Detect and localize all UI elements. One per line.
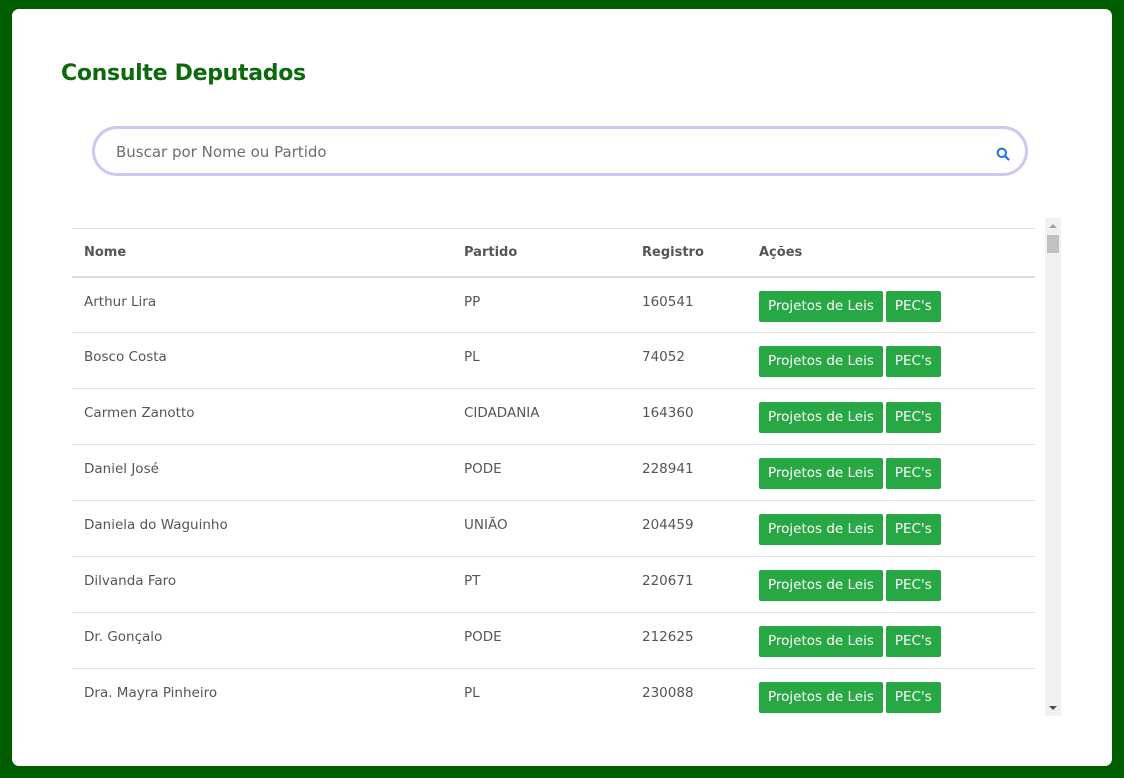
pecs-button[interactable]: PEC's: [885, 682, 941, 713]
pecs-button[interactable]: PEC's: [885, 402, 941, 433]
header-acoes: Ações: [747, 228, 1035, 278]
cell-partido: PODE: [452, 444, 630, 501]
table-row: Daniela do Waguinho UNIÃO 204459 Projeto…: [72, 500, 1035, 557]
cell-acoes: Projetos de Leis PEC's: [747, 556, 1035, 613]
pecs-button[interactable]: PEC's: [885, 458, 941, 489]
cell-registro: 164360: [630, 388, 747, 445]
search-icon[interactable]: [991, 142, 1015, 166]
cell-acoes: Projetos de Leis PEC's: [747, 332, 1035, 389]
cell-acoes: Projetos de Leis PEC's: [747, 612, 1035, 669]
table-row: Dra. Mayra Pinheiro PL 230088 Projetos d…: [72, 668, 1035, 716]
cell-partido: PL: [452, 332, 630, 389]
pecs-button[interactable]: PEC's: [885, 570, 941, 601]
projetos-de-leis-button[interactable]: Projetos de Leis: [759, 514, 883, 545]
projetos-de-leis-button[interactable]: Projetos de Leis: [759, 402, 883, 433]
table-row: Dilvanda Faro PT 220671 Projetos de Leis…: [72, 556, 1035, 613]
header-registro: Registro: [630, 228, 747, 278]
table-row: Carmen Zanotto CIDADANIA 164360 Projetos…: [72, 388, 1035, 445]
cell-registro: 74052: [630, 332, 747, 389]
deputados-table-container: Nome Partido Registro Ações Arthur Lira …: [72, 218, 1062, 716]
cell-registro: 220671: [630, 556, 747, 613]
cell-acoes: Projetos de Leis PEC's: [747, 276, 1035, 333]
cell-partido: UNIÃO: [452, 500, 630, 557]
cell-acoes: Projetos de Leis PEC's: [747, 668, 1035, 716]
search-input[interactable]: [116, 139, 966, 165]
pecs-button[interactable]: PEC's: [885, 290, 941, 322]
cell-nome: Daniel José: [72, 444, 452, 501]
cell-acoes: Projetos de Leis PEC's: [747, 388, 1035, 445]
projetos-de-leis-button[interactable]: Projetos de Leis: [759, 458, 883, 489]
main-card: Consulte Deputados Nome Partido Registro…: [12, 9, 1112, 766]
cell-nome: Arthur Lira: [72, 276, 452, 333]
table-header-row: Nome Partido Registro Ações: [72, 228, 1035, 278]
cell-partido: PT: [452, 556, 630, 613]
table-row: Dr. Gonçalo PODE 212625 Projetos de Leis…: [72, 612, 1035, 669]
scroll-up-arrow-icon[interactable]: [1049, 224, 1057, 228]
cell-nome: Dra. Mayra Pinheiro: [72, 668, 452, 716]
table-scrollbar[interactable]: [1045, 218, 1061, 716]
projetos-de-leis-button[interactable]: Projetos de Leis: [759, 346, 883, 377]
cell-registro: 230088: [630, 668, 747, 716]
header-partido: Partido: [452, 228, 630, 278]
projetos-de-leis-button[interactable]: Projetos de Leis: [759, 626, 883, 657]
cell-registro: 228941: [630, 444, 747, 501]
cell-nome: Dilvanda Faro: [72, 556, 452, 613]
table-row: Arthur Lira PP 160541 Projetos de Leis PE…: [72, 276, 1035, 333]
search-box: [92, 126, 1028, 176]
cell-partido: CIDADANIA: [452, 388, 630, 445]
cell-registro: 160541: [630, 276, 747, 333]
table-row: Bosco Costa PL 74052 Projetos de Leis PEC…: [72, 332, 1035, 389]
cell-partido: PL: [452, 668, 630, 716]
cell-nome: Dr. Gonçalo: [72, 612, 452, 669]
pecs-button[interactable]: PEC's: [885, 514, 941, 545]
pecs-button[interactable]: PEC's: [885, 346, 941, 377]
projetos-de-leis-button[interactable]: Projetos de Leis: [759, 682, 883, 713]
cell-nome: Bosco Costa: [72, 332, 452, 389]
scrollbar-thumb[interactable]: [1047, 235, 1059, 253]
projetos-de-leis-button[interactable]: Projetos de Leis: [759, 290, 883, 322]
deputados-table: Nome Partido Registro Ações Arthur Lira …: [72, 228, 1035, 716]
page-title: Consulte Deputados: [61, 61, 306, 86]
header-nome: Nome: [72, 228, 452, 278]
pecs-button[interactable]: PEC's: [885, 626, 941, 657]
projetos-de-leis-button[interactable]: Projetos de Leis: [759, 570, 883, 601]
cell-partido: PODE: [452, 612, 630, 669]
cell-acoes: Projetos de Leis PEC's: [747, 500, 1035, 557]
cell-nome: Carmen Zanotto: [72, 388, 452, 445]
cell-acoes: Projetos de Leis PEC's: [747, 444, 1035, 501]
cell-registro: 204459: [630, 500, 747, 557]
cell-partido: PP: [452, 276, 630, 333]
cell-nome: Daniela do Waguinho: [72, 500, 452, 557]
table-row: Daniel José PODE 228941 Projetos de Leis…: [72, 444, 1035, 501]
cell-registro: 212625: [630, 612, 747, 669]
scroll-down-arrow-icon[interactable]: [1049, 706, 1057, 710]
